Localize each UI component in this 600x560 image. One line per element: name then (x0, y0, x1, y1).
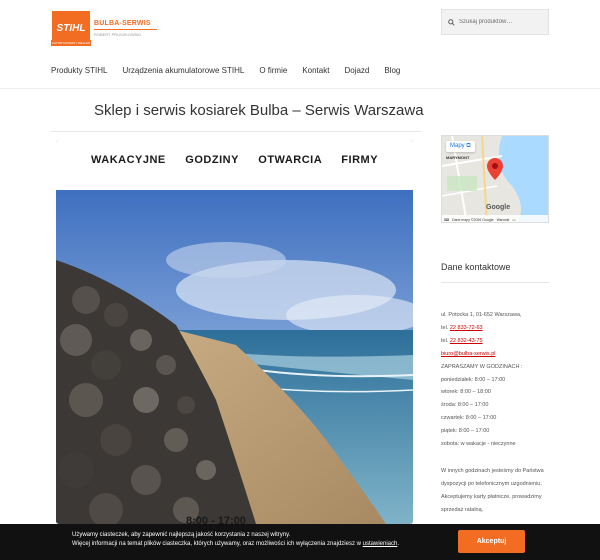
title-divider (51, 131, 421, 132)
page-title: Sklep i serwis kosiarek Bulba – Serwis W… (94, 102, 424, 119)
map-place-label: MARYMONT (446, 155, 470, 160)
map-footer: ⌨ Dane mapy ©2026 Google Warunki ▭ (442, 215, 548, 222)
nav-item-o-firmie[interactable]: O firmie (259, 66, 287, 75)
nav-item-produkty[interactable]: Produkty STIHL (51, 66, 107, 75)
map-link-label: Mapy (450, 143, 465, 149)
hours-monday: poniedziałek: 8:00 – 17:00 (441, 376, 506, 383)
map-open-link[interactable]: Mapy ⧉ (446, 141, 475, 152)
cookie-accept-button[interactable]: Akceptuj (458, 530, 525, 553)
contact-phone2-row: tel. 22 832-43-75 (441, 335, 551, 348)
contact-spacer (441, 451, 551, 465)
map-data-label: Dane mapy ©2026 Google (452, 217, 494, 222)
search-input[interactable] (459, 19, 544, 25)
logo-text: BULBA-SERWIS ROBERT PRUSZKOWSKI (91, 10, 157, 46)
nav-item-kontakt[interactable]: Kontakt (302, 66, 329, 75)
logo-subtitle: ROBERT PRUSZKOWSKI (94, 31, 142, 37)
cookie-line2: Więcej informacji na temat plików ciaste… (72, 540, 399, 549)
contact-address: ul. Potocka 1, 01-652 Warszawa, (441, 312, 522, 318)
phone2-link[interactable]: 22 832-43-75 (450, 338, 483, 344)
external-link-icon: ⧉ (466, 143, 471, 149)
phone2-prefix: tel. (441, 337, 450, 344)
map-report-icon[interactable]: ▭ (512, 218, 515, 222)
map-terms-link[interactable]: Warunki (497, 218, 510, 222)
hours-wednesday: środa: 8:00 – 17:00 (441, 402, 489, 409)
cookie-banner: Używamy ciasteczek, aby zapewnić najleps… (0, 524, 600, 560)
contact-note: W innych godzinach jesteśmy do Państwa d… (441, 467, 544, 513)
logo-name: BULBA-SERWIS (94, 19, 151, 27)
search-icon (448, 18, 455, 26)
cookie-settings-link[interactable]: ustawieniach (363, 541, 398, 547)
cookie-line2-prefix: Więcej informacji na temat plików ciaste… (72, 541, 363, 547)
nav-item-blog[interactable]: Blog (384, 66, 400, 75)
contact-email-row: biuro@bulba-serwis.pl (441, 348, 551, 361)
cookie-line1: Używamy ciasteczek, aby zapewnić najleps… (72, 532, 291, 538)
header-divider (0, 88, 600, 89)
nav-item-dojazd[interactable]: Dojazd (344, 66, 369, 75)
hero-image: WAKACYJNE GODZINY OTWARCIA FIRMY 8:00 - … (56, 140, 413, 524)
beach-illustration (56, 140, 413, 524)
cookie-text: Używamy ciasteczek, aby zapewnić najleps… (72, 531, 399, 549)
hours-saturday: sobota: w wakacje - nieczynne (441, 441, 516, 448)
phone1-link[interactable]: 22 833-72-63 (450, 325, 483, 331)
hours-heading: ZAPRASZAMY W GODZINACH : (441, 363, 523, 370)
email-link[interactable]: biuro@bulba-serwis.pl (441, 351, 496, 357)
cookie-line2-suffix: . (397, 541, 400, 547)
phone1-prefix: tel. (441, 324, 450, 331)
contact-title: Dane kontaktowe (441, 262, 511, 272)
map-google-logo: Google (486, 204, 511, 211)
search-box[interactable] (441, 9, 549, 35)
main-nav: Produkty STIHL Urządzenia akumulatorowe … (51, 66, 415, 75)
contact-details: ul. Potocka 1, 01-652 Warszawa, tel. 22 … (441, 309, 551, 517)
hours-thursday: czwartek: 8:00 – 17:00 (441, 415, 497, 422)
logo-divider (94, 28, 157, 30)
contact-phone1-row: tel. 22 833-72-63 (441, 322, 551, 335)
keyboard-icon[interactable]: ⌨ (444, 218, 449, 222)
hero-heading: WAKACYJNE GODZINY OTWARCIA FIRMY (90, 154, 379, 166)
hours-tuesday: wtorek: 8:00 – 18:00 (441, 389, 491, 396)
hero-hours: 8:00 - 17:00 (186, 515, 246, 524)
map-widget[interactable]: Mapy ⧉ MARYMONT Google ⌨ Dane mapy ©2026… (441, 135, 549, 223)
logo-tagline: AUTORYZOWANY DEALER (51, 40, 91, 46)
hours-friday: piątek: 8:00 – 17:00 (441, 428, 490, 435)
sidebar-divider (441, 282, 549, 283)
nav-item-akumulatorowe[interactable]: Urządzenia akumulatorowe STIHL (122, 66, 244, 75)
